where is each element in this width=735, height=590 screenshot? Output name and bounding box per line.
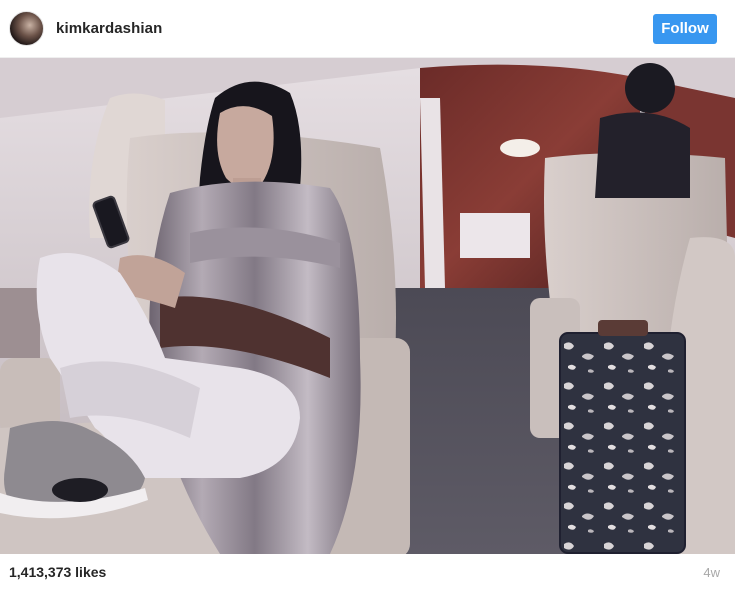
likes-count[interactable]: 1,413,373 likes (9, 564, 106, 580)
avatar[interactable] (9, 11, 44, 46)
instagram-post: kimkardashian Follow 1,413,373 likes 4w (0, 0, 735, 590)
post-header: kimkardashian Follow (0, 0, 735, 58)
post-photo[interactable] (0, 58, 735, 554)
follow-button[interactable]: Follow (653, 13, 717, 44)
post-timestamp[interactable]: 4w (703, 565, 720, 580)
post-footer: 1,413,373 likes 4w (0, 554, 735, 590)
post-photo-illustration (0, 58, 735, 554)
username-link[interactable]: kimkardashian (56, 20, 162, 37)
